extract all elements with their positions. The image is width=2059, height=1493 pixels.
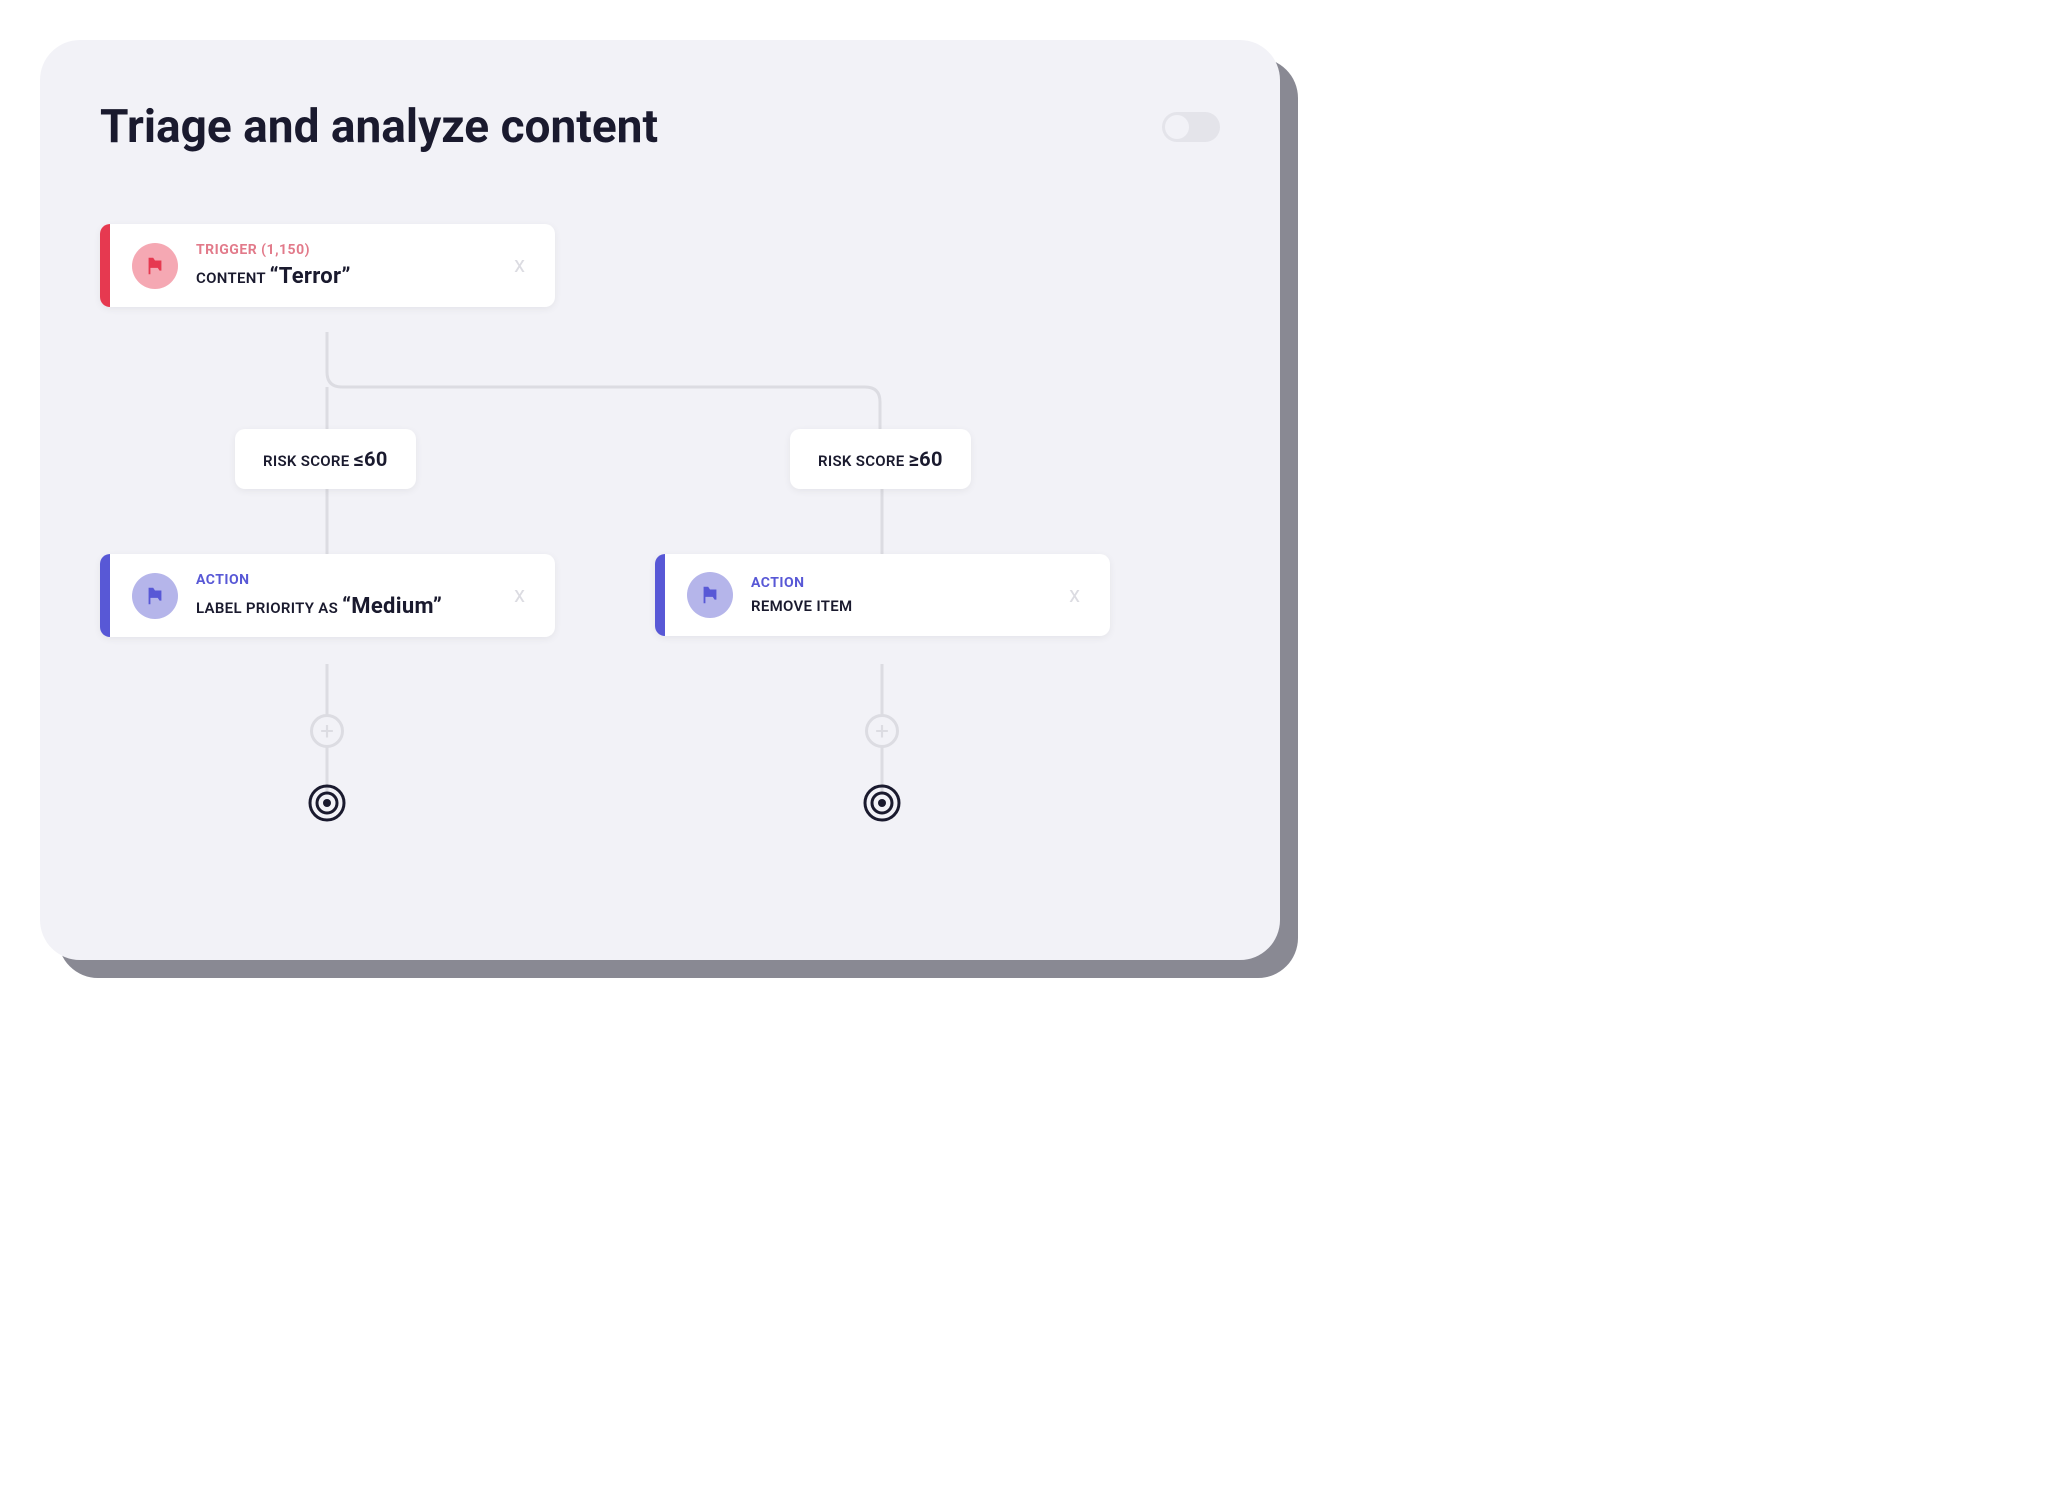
condition-left[interactable]: RISK SCORE ≤60 [235, 429, 416, 489]
target-icon [863, 784, 901, 822]
card-body: TRIGGER (1,150) CONTENT “Terror” x [110, 224, 555, 307]
connector-right [875, 484, 895, 564]
card-text: ACTION REMOVE ITEM [751, 575, 1043, 615]
connector-split [320, 332, 900, 442]
close-icon[interactable]: x [506, 253, 533, 278]
trigger-content-prefix: CONTENT [196, 269, 270, 287]
action-left-card[interactable]: ACTION LABEL PRIORITY AS “Medium” x [100, 554, 555, 637]
card-accent [655, 554, 665, 636]
action-right-label: ACTION [751, 575, 1043, 591]
condition-left-op: ≤60 [354, 447, 388, 471]
flag-icon [687, 572, 733, 618]
trigger-label: TRIGGER (1,150) [196, 242, 488, 258]
condition-right-op: ≥60 [909, 447, 943, 471]
condition-right[interactable]: RISK SCORE ≥60 [790, 429, 971, 489]
card-accent [100, 224, 110, 307]
condition-left-prefix: RISK SCORE [263, 452, 354, 470]
workflow-panel: Triage and analyze content [40, 40, 1280, 960]
flag-icon [132, 243, 178, 289]
page-title: Triage and analyze content [100, 100, 658, 154]
panel-header: Triage and analyze content [100, 100, 1220, 154]
action-right-card[interactable]: ACTION REMOVE ITEM x [655, 554, 1110, 636]
action-right-content: REMOVE ITEM [751, 597, 1043, 615]
action-left-prefix: LABEL PRIORITY AS [196, 599, 342, 617]
trigger-content-value: “Terror” [270, 264, 351, 289]
action-left-value: “Medium” [342, 594, 442, 619]
target-icon [308, 784, 346, 822]
card-body: ACTION LABEL PRIORITY AS “Medium” x [110, 554, 555, 637]
connector-left [320, 484, 340, 564]
flag-icon [132, 573, 178, 619]
condition-right-prefix: RISK SCORE [818, 452, 909, 470]
card-accent [100, 554, 110, 637]
action-left-content: LABEL PRIORITY AS “Medium” [196, 594, 488, 619]
card-text: TRIGGER (1,150) CONTENT “Terror” [196, 242, 488, 289]
close-icon[interactable]: x [1061, 583, 1088, 608]
enable-toggle[interactable] [1162, 112, 1220, 142]
add-step-right[interactable]: + [865, 714, 899, 748]
card-text: ACTION LABEL PRIORITY AS “Medium” [196, 572, 488, 619]
close-icon[interactable]: x [506, 583, 533, 608]
trigger-card[interactable]: TRIGGER (1,150) CONTENT “Terror” x [100, 224, 555, 307]
add-step-left[interactable]: + [310, 714, 344, 748]
workflow-canvas: TRIGGER (1,150) CONTENT “Terror” x RISK … [100, 224, 1220, 924]
card-body: ACTION REMOVE ITEM x [665, 554, 1110, 636]
trigger-content: CONTENT “Terror” [196, 264, 488, 289]
action-left-label: ACTION [196, 572, 488, 588]
